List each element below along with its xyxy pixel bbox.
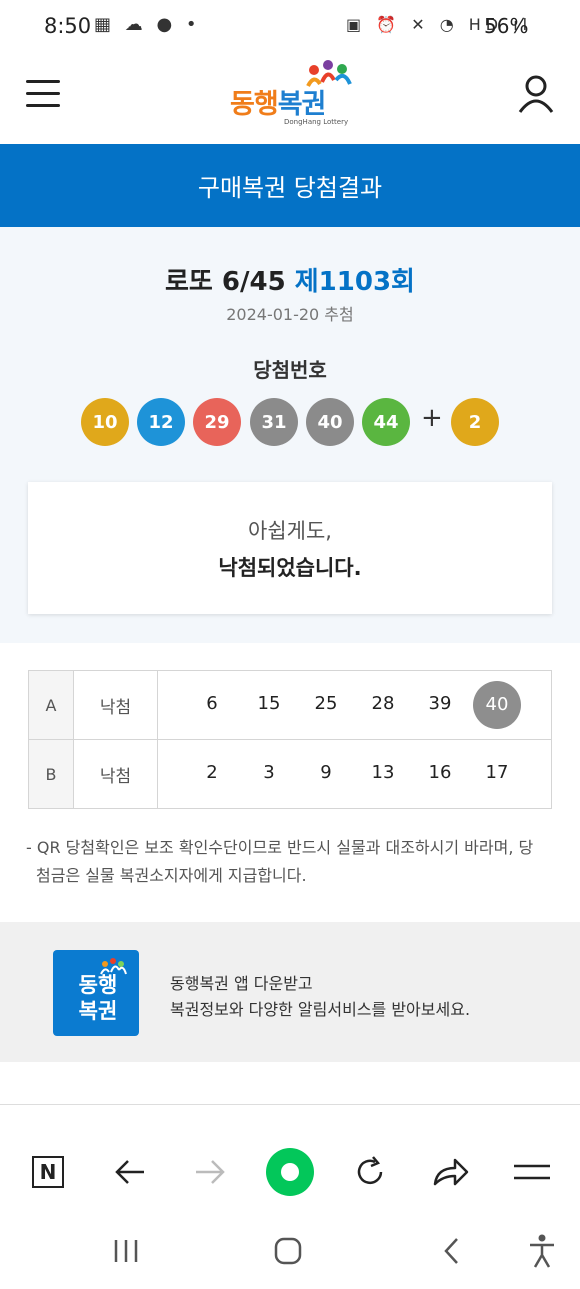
bonus-number-ball: 2 [451,398,499,446]
winning-number-ball: 12 [137,398,185,446]
ticket-row: B 낙첨 2 3 9 13 16 17 [28,739,552,809]
user-profile-icon[interactable] [516,74,556,114]
winning-number-ball: 29 [193,398,241,446]
page-title: 구매복권 당첨결과 [197,174,383,202]
winning-number-ball: 10 [81,398,129,446]
green-dot-icon[interactable] [264,1146,316,1198]
system-navigation-bar [0,1215,580,1289]
logo-wordmark: 동행복권 [230,89,326,120]
battery-level: 56% [484,14,529,38]
donghang-logo[interactable]: 동행복권 DongHang Lottery [228,60,358,132]
ticket-number: 25 [314,693,338,714]
ticket-number: 17 [485,762,509,783]
ticket-number: 13 [371,762,395,783]
forward-arrow-icon[interactable] [188,1150,232,1194]
ticket-number: 6 [206,693,218,714]
status-time: 8:50 [44,14,92,38]
ticket-number: 9 [320,762,332,783]
winning-numbers-label: 당첨번호 [253,358,327,382]
divider [0,1104,580,1105]
bonus-plus-sign: + [421,403,443,433]
ticket-row-label: A [28,670,74,740]
draw-title: 로또 6/45 제1103회 [0,261,580,298]
browser-toolbar: N [0,1130,580,1215]
game-name: 로또 6/45 [165,267,286,297]
winning-number-ball: 40 [306,398,354,446]
ticket-row-numbers: 2 3 9 13 16 17 [157,739,552,809]
ticket-number: 15 [257,693,281,714]
hamburger-menu-icon[interactable] [26,80,60,108]
ticket-number: 39 [428,693,452,714]
winning-number-ball: 44 [362,398,410,446]
ticket-number: 3 [263,762,275,783]
promo-line1: 동행복권 앱 다운받고 [170,974,313,993]
back-icon[interactable] [430,1229,474,1273]
donghang-app-icon[interactable]: 동행 복권 [53,950,139,1036]
app-promo-banner[interactable]: 동행 복권 동행복권 앱 다운받고 복권정보와 다양한 알림서비스를 받아보세요… [0,922,580,1062]
site-header: 동행복권 DongHang Lottery [0,56,580,144]
draw-date: 2024-01-20 추첨 [226,305,354,324]
ticket-row-numbers: 6 15 25 28 39 40 [157,670,552,740]
ticket-row-status: 낙첨 [73,739,158,809]
ticket-row-status: 낙첨 [73,670,158,740]
ticket-number: 16 [428,762,452,783]
page-title-banner: 구매복권 당첨결과 [0,144,580,227]
back-arrow-icon[interactable] [108,1150,152,1194]
draw-round: 제1103회 [294,267,415,297]
share-icon[interactable] [428,1150,472,1194]
winning-number-ball: 31 [250,398,298,446]
result-message-card: 아쉽게도, 낙첨되었습니다. [28,482,552,614]
app-icon-text-line1: 동행 [78,973,118,997]
qr-notice: - QR 당첨확인은 보조 확인수단이므로 반드시 실물과 대조하시기 바라며,… [26,834,556,890]
recent-apps-icon[interactable] [104,1229,148,1273]
naver-home-icon[interactable]: N [26,1150,70,1194]
home-icon[interactable] [266,1229,310,1273]
status-notification-icons: ▦ ☁ ● • [94,14,201,35]
promo-line2: 복권정보와 다양한 알림서비스를 받아보세요. [170,1000,471,1019]
result-message-line2: 낙첨되었습니다. [218,556,362,580]
notice-line1: - QR 당첨확인은 보조 확인수단이므로 반드시 실물과 대조하시기 바라며,… [26,838,534,857]
ticket-number: 2 [206,762,218,783]
ticket-row-label: B [28,739,74,809]
ticket-row: A 낙첨 6 15 25 28 39 40 [28,670,552,740]
matched-number-ball: 40 [473,681,521,729]
ticket-result-table: A 낙첨 6 15 25 28 39 40 B 낙첨 2 3 9 13 16 17 [28,670,552,809]
result-message-line1: 아쉽게도, [248,519,332,543]
menu-icon[interactable] [510,1150,554,1194]
app-icon-text-line2: 복권 [78,999,118,1023]
refresh-icon[interactable] [348,1150,392,1194]
accessibility-icon[interactable] [520,1229,564,1273]
draw-result-panel: 로또 6/45 제1103회 2024-01-20 추첨 당첨번호 10 12 29… [0,227,580,643]
logo-subtitle: DongHang Lottery [284,118,349,126]
notice-line2: 첨금은 실물 복권소지자에게 지급합니다. [36,866,307,885]
ticket-number: 28 [371,693,395,714]
status-bar: 8:50 ▦ ☁ ● • ▣ ⏰ ✕ ◔ HD ıl 56% [0,0,580,56]
